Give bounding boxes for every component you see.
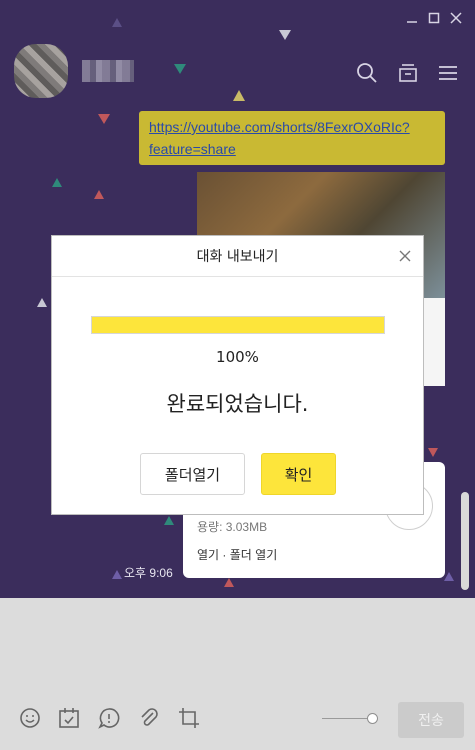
decor-triangle [444,572,454,581]
decor-triangle [174,64,186,74]
window-controls [401,8,467,28]
decor-triangle [112,18,122,27]
emoji-icon[interactable] [18,706,42,730]
close-icon[interactable] [397,248,413,264]
decor-triangle [112,570,122,579]
file-actions[interactable]: 열기 · 폴더 열기 [197,546,277,563]
decor-triangle [164,516,174,525]
search-icon[interactable] [356,62,378,84]
decor-triangle [52,178,62,187]
decor-triangle [428,448,438,457]
crop-icon[interactable] [177,706,201,730]
decor-triangle [94,190,104,199]
export-dialog: 대화 내보내기 100% 완료되었습니다. 폴더열기 확인 [51,235,424,515]
decor-triangle [98,114,110,124]
decor-triangle [37,298,47,307]
transparency-slider[interactable] [322,718,370,719]
progress-fill [92,317,384,333]
attachment-icon[interactable] [137,706,161,730]
progress-bar [91,316,385,334]
calendar-icon[interactable] [57,706,81,730]
chat-room-name [82,60,134,82]
menu-icon[interactable] [437,62,459,84]
avatar[interactable] [14,44,68,98]
chat-bubble-icon[interactable] [97,706,121,730]
scrollbar[interactable] [461,492,469,590]
decor-triangle [233,90,245,101]
link-text[interactable]: https://youtube.com/shorts/8FexrOXoRIc?f… [149,119,410,157]
dialog-title: 대화 내보내기 [196,249,279,265]
dialog-header: 대화 내보내기 [52,236,423,277]
open-folder-button[interactable]: 폴더열기 [140,453,245,495]
close-icon[interactable] [445,8,467,28]
slider-handle[interactable] [367,713,378,724]
progress-percent: 100% [216,348,259,366]
maximize-icon[interactable] [423,8,445,28]
chat-window: https://youtube.com/shorts/8FexrOXoRIc?f… [0,0,475,750]
completion-message: 완료되었습니다. [166,392,309,416]
link-message-bubble[interactable]: https://youtube.com/shorts/8FexrOXoRIc?f… [139,111,445,165]
ok-button[interactable]: 확인 [261,453,336,495]
message-timestamp: 오후 9:06 [124,566,173,580]
file-size: 용량: 3.03MB [197,520,268,534]
send-button[interactable]: 전송 [398,702,464,738]
drawer-icon[interactable] [397,62,419,84]
minimize-icon[interactable] [401,8,423,28]
decor-triangle [224,578,234,587]
decor-triangle [279,30,291,40]
